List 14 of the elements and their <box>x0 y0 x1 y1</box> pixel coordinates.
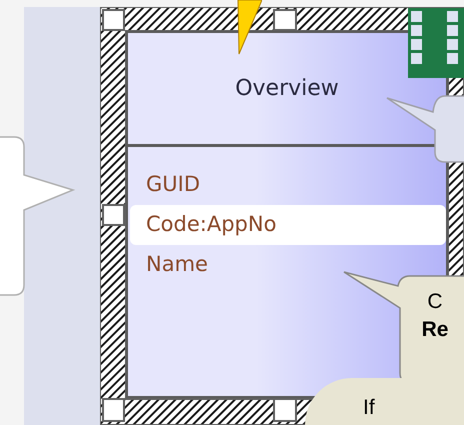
table-icon <box>408 8 464 78</box>
resize-handle[interactable] <box>102 204 125 226</box>
callout-text: C <box>427 289 443 315</box>
resize-handle[interactable] <box>273 9 297 31</box>
resize-handle[interactable] <box>102 9 125 31</box>
attribute-row[interactable]: Code:AppNo <box>130 205 446 245</box>
element-title: Overview <box>235 75 339 103</box>
attribute-row[interactable]: GUID <box>130 165 216 205</box>
callout-text: If <box>363 395 376 421</box>
attribute-row[interactable]: Name <box>130 245 224 285</box>
resize-handle[interactable] <box>102 398 125 422</box>
callout-text: Re <box>422 317 448 343</box>
resize-handle[interactable] <box>273 398 297 422</box>
lightning-icon <box>236 0 262 56</box>
